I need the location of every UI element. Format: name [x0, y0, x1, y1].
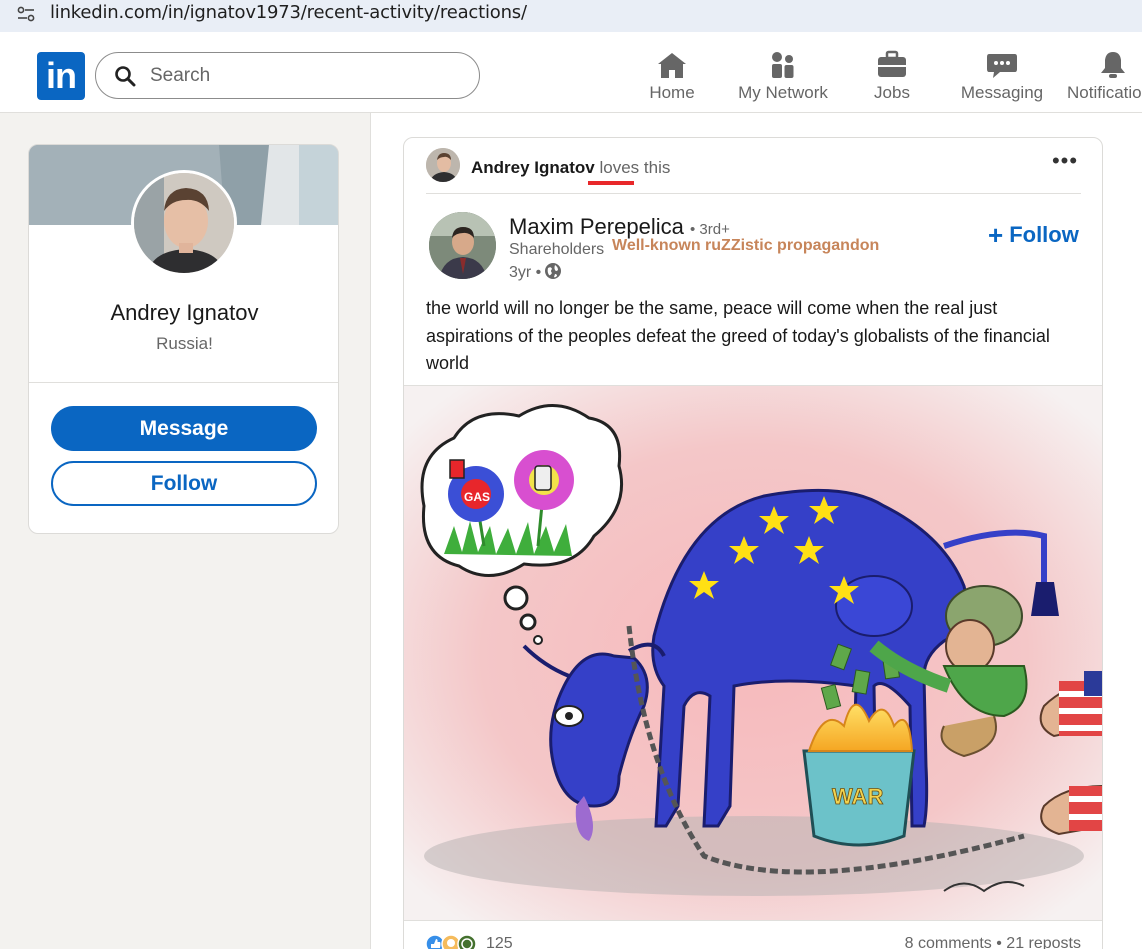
post-timestamp: 3yr •: [509, 262, 562, 282]
plus-icon: +: [988, 220, 1004, 250]
nav-my-network[interactable]: My Network: [730, 50, 836, 108]
author-name-text[interactable]: Maxim Perepelica: [509, 214, 684, 239]
author-headline: Shareholders: [509, 241, 605, 258]
gas-label: GAS: [464, 490, 490, 504]
search-input[interactable]: [150, 61, 450, 91]
briefcase-icon: [878, 50, 906, 77]
globe-icon: [545, 263, 562, 279]
follow-author-button[interactable]: + Follow: [988, 220, 1079, 251]
address-field[interactable]: linkedin.com/in/ignatov1973/recent-activ…: [0, 0, 1142, 32]
profile-avatar[interactable]: [131, 170, 237, 276]
top-navigation-bar: in Home My Network Jobs: [0, 38, 1142, 113]
activity-actor-name[interactable]: Andrey Ignatov: [471, 158, 595, 177]
author-avatar[interactable]: [429, 212, 496, 279]
social-counts: 125 8 comments • 21 reposts: [426, 933, 1081, 949]
post-time-text: 3yr •: [509, 264, 542, 281]
nav-label: My Network: [738, 83, 828, 102]
nav-jobs[interactable]: Jobs: [862, 50, 922, 108]
activity-header: Andrey Ignatov loves this: [471, 158, 670, 178]
nav-home[interactable]: Home: [640, 50, 704, 108]
feed-post: Andrey Ignatov loves this ••• Maxim Pere…: [403, 137, 1103, 949]
nav-label: Notifications: [1067, 83, 1142, 102]
follow-profile-button[interactable]: Follow: [51, 461, 317, 506]
message-button[interactable]: Message: [51, 406, 317, 451]
profile-card: Andrey Ignatov Russia! Message Follow: [28, 144, 339, 534]
nav-label: Jobs: [874, 83, 910, 102]
linkedin-logo[interactable]: in: [37, 52, 85, 100]
card-divider: [29, 382, 338, 383]
profile-name[interactable]: Andrey Ignatov: [29, 300, 338, 326]
search-icon: [115, 66, 136, 87]
reaction-count[interactable]: 125: [486, 935, 513, 949]
site-settings-icon[interactable]: [16, 4, 36, 24]
nav-notifications[interactable]: Notifications: [1062, 50, 1142, 108]
war-label: WAR: [832, 784, 883, 809]
post-header-divider: [426, 193, 1081, 194]
comments-reposts-count[interactable]: 8 comments • 21 reposts: [905, 935, 1081, 949]
activity-verb: loves: [599, 158, 640, 177]
bell-icon: [1101, 52, 1125, 78]
activity-suffix: this: [643, 158, 671, 177]
network-icon: [772, 52, 794, 78]
profile-headline: Russia!: [156, 334, 213, 353]
post-image[interactable]: GAS WAR: [404, 385, 1102, 921]
post-body-text: the world will no longer be the same, pe…: [426, 298, 1050, 373]
nav-label: Messaging: [960, 83, 1044, 102]
search-box[interactable]: [95, 52, 480, 99]
home-icon: [658, 53, 686, 78]
reaction-icons[interactable]: [426, 933, 482, 949]
url-text: linkedin.com/in/ignatov1973/recent-activ…: [50, 2, 527, 23]
connection-degree: • 3rd+: [689, 221, 730, 238]
overlay-annotation: Well-known ruZZistic propagandon: [612, 237, 880, 254]
messaging-icon: [987, 54, 1017, 78]
nav-label: Home: [649, 83, 695, 102]
browser-url-bar: linkedin.com/in/ignatov1973/recent-activ…: [0, 0, 1142, 38]
more-options-icon[interactable]: •••: [1050, 150, 1080, 182]
follow-author-label: Follow: [1009, 222, 1079, 247]
activity-actor-avatar[interactable]: [426, 148, 460, 182]
nav-messaging[interactable]: Messaging: [956, 50, 1048, 108]
highlight-underline: [588, 181, 634, 185]
cartoon-illustration: GAS WAR: [404, 386, 1102, 920]
